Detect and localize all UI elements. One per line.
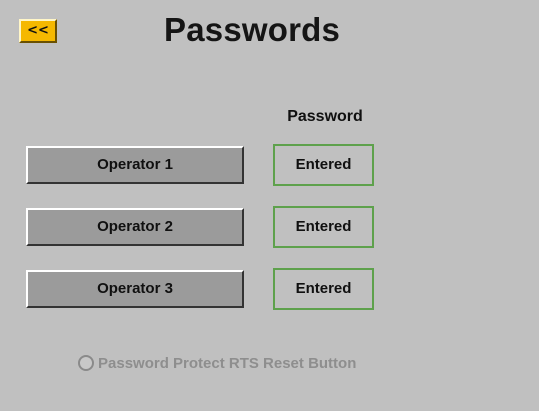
operator-3-password-status: Entered	[273, 268, 374, 310]
password-column-header: Password	[287, 108, 363, 125]
operator-3-button[interactable]: Operator 3	[26, 270, 244, 308]
password-protect-reset-label: Password Protect RTS Reset Button	[98, 354, 357, 372]
radio-unchecked-icon[interactable]	[78, 355, 94, 371]
operator-2-password-status: Entered	[273, 206, 374, 248]
password-protect-reset-option[interactable]: Password Protect RTS Reset Button	[78, 352, 356, 374]
operator-1-button[interactable]: Operator 1	[26, 146, 244, 184]
passwords-screen: << Passwords Password Operator 1 Entered…	[8, 8, 531, 403]
operator-1-password-status: Entered	[273, 144, 374, 186]
back-button[interactable]: <<	[19, 19, 57, 43]
page-title: Passwords	[164, 11, 341, 48]
operator-2-button[interactable]: Operator 2	[26, 208, 244, 246]
